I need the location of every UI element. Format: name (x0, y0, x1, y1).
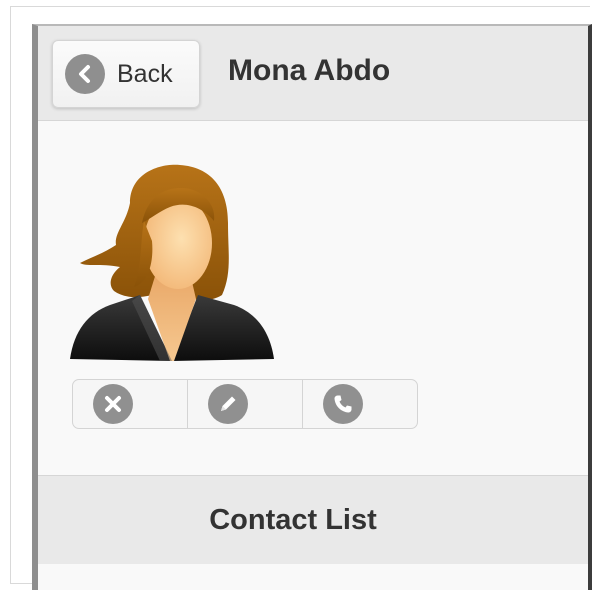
back-button[interactable]: Back (52, 40, 200, 108)
phone-icon (323, 384, 363, 424)
contact-detail-page: Back Mona Abdo Contact List (32, 24, 592, 590)
contact-content (38, 121, 588, 475)
contact-action-group (72, 379, 418, 429)
header-bar: Back Mona Abdo (38, 26, 588, 121)
edit-button[interactable] (188, 380, 303, 428)
footer-bar: Contact List (38, 475, 588, 565)
screenshot-canvas: Back Mona Abdo Contact List (0, 0, 599, 591)
page-title: Mona Abdo (228, 54, 391, 87)
footer-title: Contact List (209, 503, 377, 536)
edit-icon (208, 384, 248, 424)
female-avatar-icon (70, 163, 274, 363)
back-button-label: Back (117, 59, 173, 88)
delete-icon (93, 384, 133, 424)
delete-button[interactable] (73, 380, 188, 428)
below-footer-area (38, 564, 588, 590)
chevron-left-icon (65, 54, 105, 94)
call-button[interactable] (303, 380, 417, 428)
